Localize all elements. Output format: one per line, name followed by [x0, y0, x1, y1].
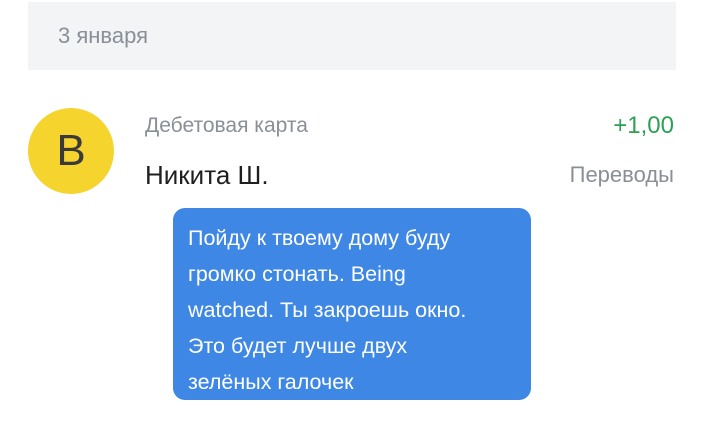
avatar: В	[28, 108, 114, 194]
transfer-message-bubble: Пойду к твоему дому буду громко стонать.…	[173, 208, 531, 400]
date-label: 3 января	[58, 23, 148, 48]
transaction-amount: +1,00	[613, 112, 674, 139]
message-line: Это будет лучше двух	[188, 334, 408, 358]
message-line: Пойду к твоему дому буду	[188, 226, 451, 250]
message-line: watched. Ты закроешь окно.	[188, 298, 467, 322]
message-line: громко стонать. Being	[188, 262, 406, 286]
avatar-letter: В	[56, 126, 86, 175]
account-label: Дебетовая карта	[145, 114, 308, 137]
message-line: зелёных галочек	[188, 370, 354, 394]
transaction-item[interactable]: В Дебетовая карта +1,00 Никита Ш. Перево…	[0, 100, 704, 210]
counterparty-name: Никита Ш.	[145, 160, 269, 190]
date-header: 3 января	[28, 2, 676, 70]
transaction-category: Переводы	[569, 162, 674, 187]
